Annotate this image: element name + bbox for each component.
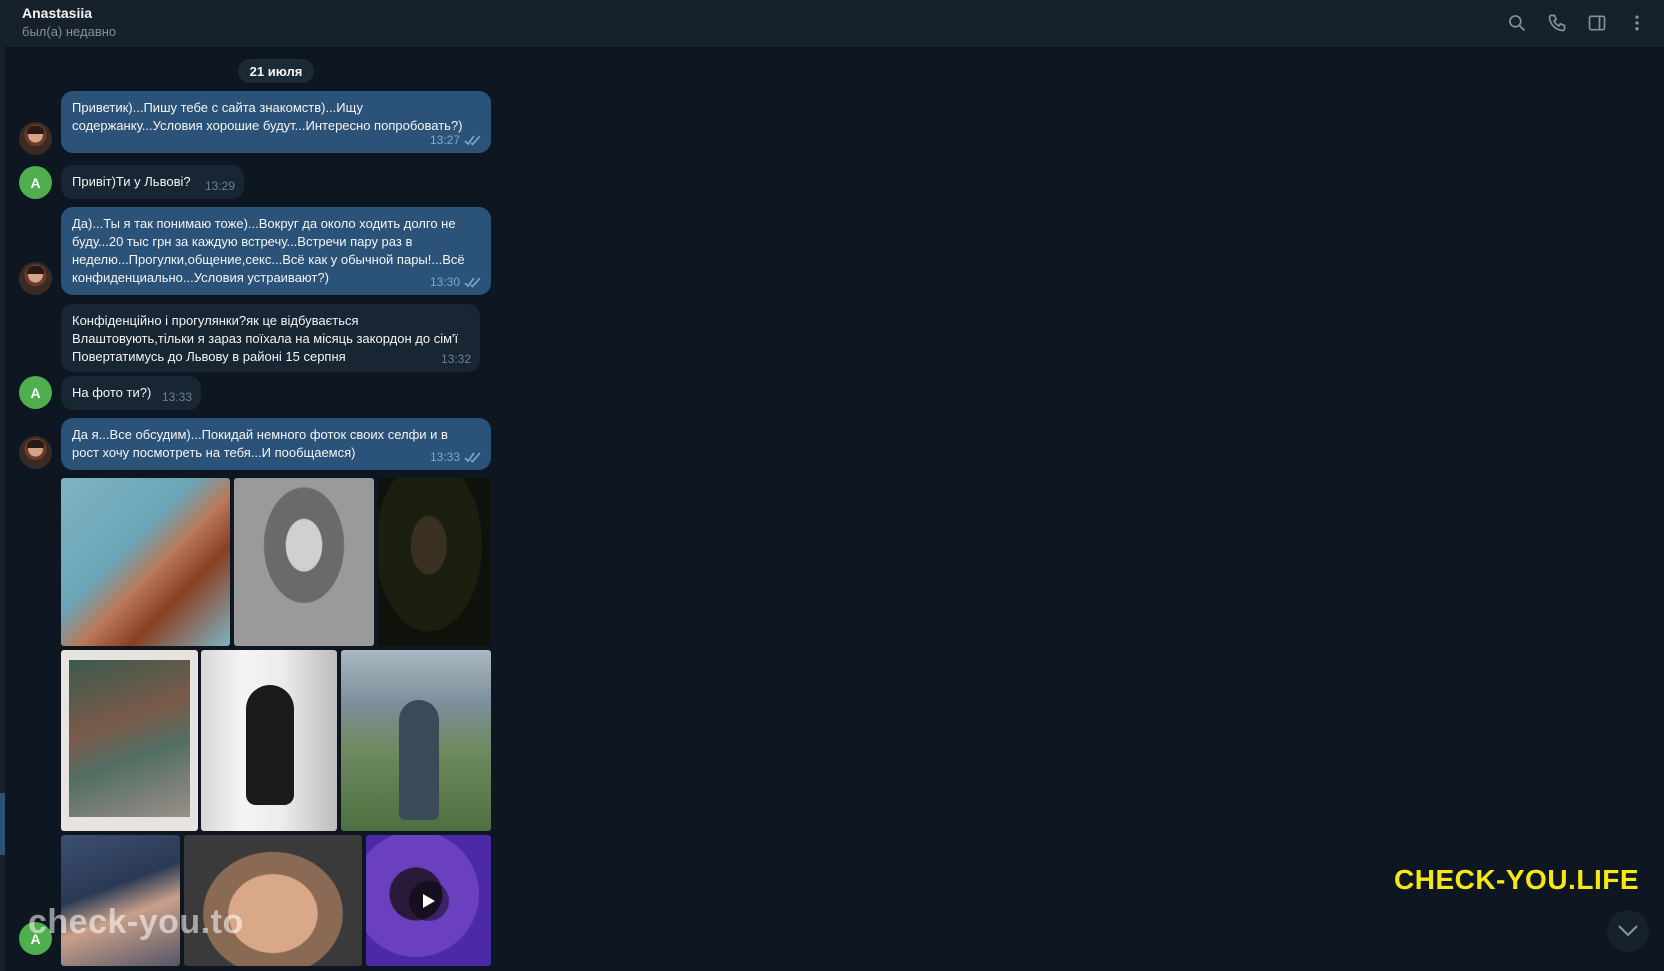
message-time: 13:29 <box>204 179 235 193</box>
album-photo[interactable] <box>61 835 180 966</box>
chat-header[interactable]: Anastasiia был(а) недавно <box>5 0 1664 48</box>
album-photo[interactable] <box>61 650 198 831</box>
double-check-icon <box>464 277 481 288</box>
telegram-chat-window: Anastasiia был(а) недавно 21 июля Привет… <box>0 0 1664 971</box>
double-check-icon <box>464 135 481 146</box>
message-time: 13:30 <box>429 275 460 289</box>
play-icon[interactable] <box>408 880 449 921</box>
avatar[interactable] <box>19 122 52 155</box>
date-separator: 21 июля <box>238 59 314 83</box>
album-photo[interactable] <box>234 478 374 646</box>
sidebar-toggle-icon[interactable] <box>1584 10 1610 36</box>
message-meta: 13:30 <box>430 273 482 291</box>
message-time: 13:32 <box>440 352 471 366</box>
search-icon[interactable] <box>1504 10 1530 36</box>
phone-icon[interactable] <box>1544 10 1570 36</box>
message-time: 13:33 <box>429 450 460 464</box>
avatar-initial: A <box>30 174 41 191</box>
contact-status: был(а) недавно <box>22 24 117 39</box>
message-time: 13:33 <box>161 390 192 404</box>
message-time: 13:27 <box>429 133 460 147</box>
message-meta: 13:33 <box>430 448 482 466</box>
message-incoming[interactable]: Привіт)Ти у Львові? 13:29 <box>61 165 244 199</box>
message-outgoing[interactable]: Да я...Все обсудим)...Покидай немного фо… <box>61 418 491 470</box>
avatar[interactable]: A <box>19 376 52 409</box>
watermark-left: check-you.to <box>28 903 244 941</box>
album-photo[interactable] <box>341 650 491 831</box>
chevron-down-icon <box>1618 925 1638 937</box>
header-actions <box>1504 10 1650 36</box>
message-meta: 13:32 <box>441 350 471 368</box>
message-meta: 13:33 <box>162 388 192 406</box>
avatar[interactable] <box>19 436 52 469</box>
album-photo[interactable] <box>184 835 362 966</box>
album-photo[interactable] <box>378 478 491 646</box>
album-video[interactable] <box>366 835 491 966</box>
message-incoming[interactable]: Конфіденційно і прогулянки?як це відбува… <box>61 304 480 372</box>
message-meta: 13:27 <box>430 131 482 149</box>
double-check-icon <box>464 452 481 463</box>
message-text: Конфіденційно і прогулянки?як це відбува… <box>72 313 459 364</box>
watermark-right: CHECK-YOU.LIFE <box>1394 864 1639 895</box>
avatar[interactable] <box>19 262 52 295</box>
chat-list-active-indicator <box>0 793 5 855</box>
album-photo[interactable] <box>201 650 337 831</box>
scroll-to-bottom-button[interactable] <box>1607 910 1649 952</box>
avatar-initial: A <box>30 384 41 401</box>
contact-name[interactable]: Anastasiia <box>22 5 92 21</box>
album-photo[interactable] <box>61 478 230 646</box>
message-outgoing[interactable]: Да)...Ты я так понимаю тоже)...Вокруг да… <box>61 207 491 295</box>
message-text: Приветик)...Пишу тебе с сайта знакомств)… <box>72 100 463 133</box>
message-meta: 13:29 <box>205 177 235 195</box>
message-text: Да я...Все обсудим)...Покидай немного фо… <box>72 427 448 460</box>
more-vertical-icon[interactable] <box>1624 10 1650 36</box>
message-outgoing[interactable]: Приветик)...Пишу тебе с сайта знакомств)… <box>61 91 491 153</box>
message-incoming[interactable]: На фото ти?) 13:33 <box>61 376 201 410</box>
message-text: Да)...Ты я так понимаю тоже)...Вокруг да… <box>72 216 465 285</box>
avatar[interactable]: A <box>19 166 52 199</box>
